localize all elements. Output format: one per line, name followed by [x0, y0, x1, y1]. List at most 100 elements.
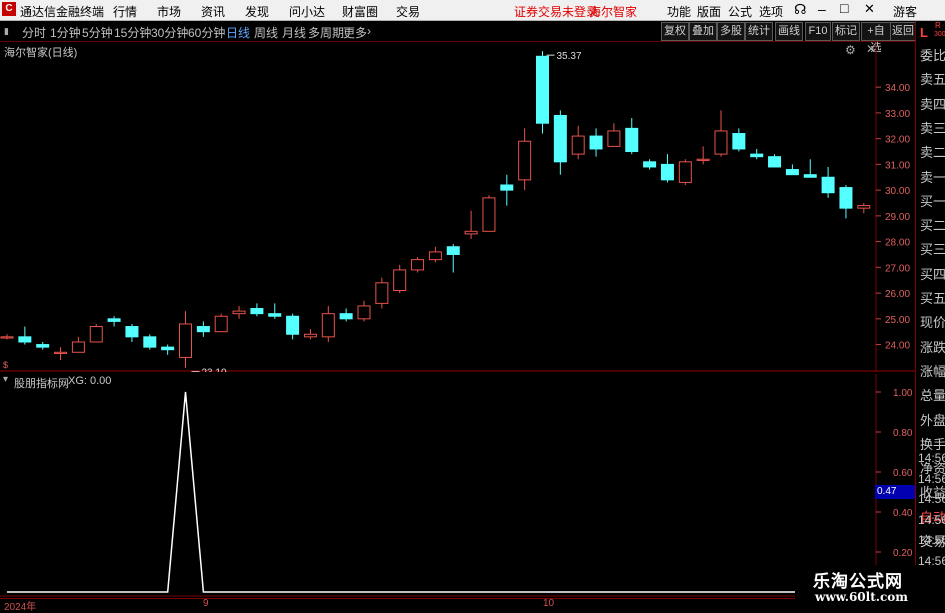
candle	[89, 323, 103, 343]
min-arrow: ←	[190, 367, 199, 372]
menu-item-faxian[interactable]: 发现	[245, 3, 269, 20]
candle	[696, 146, 710, 165]
candle-body	[250, 308, 264, 315]
candle	[821, 166, 835, 198]
multi-stock-button[interactable]: 多股	[717, 22, 745, 41]
menu-item-caifuquan[interactable]: 财富圈	[342, 3, 378, 20]
candle	[179, 311, 192, 368]
panel-field-label: 现价	[920, 315, 945, 331]
candle-body	[268, 313, 282, 317]
period-tab-30min[interactable]: 30分钟	[151, 24, 188, 41]
candle-body	[303, 333, 317, 338]
headset-icon[interactable]: ☊	[794, 1, 806, 18]
candle	[357, 300, 371, 322]
period-tab-15min[interactable]: 15分钟	[114, 24, 151, 41]
y-tick-label: 25.00	[885, 315, 910, 326]
candle	[54, 347, 68, 360]
close-icon[interactable]: ✕	[864, 1, 875, 17]
candle-body	[393, 269, 407, 292]
user-label[interactable]: 游客	[893, 3, 917, 20]
candle	[143, 334, 157, 350]
candle	[71, 336, 85, 353]
period-tab-60min[interactable]: 60分钟	[188, 24, 225, 41]
chevron-right-icon[interactable]: ›	[367, 24, 371, 38]
panel-r-label: R	[935, 21, 941, 30]
menu-item-jiaoyi[interactable]: 交易	[396, 3, 420, 20]
period-tab-1min[interactable]: 1分钟	[50, 24, 81, 41]
candle-body	[357, 305, 371, 320]
ind-tick-label: 0.60	[893, 468, 913, 479]
quote-side-panel: L R 300 委比 卖五 卖四 卖三 卖二 卖一 买一 买二 买三 买四 买五 现价 涨跌 涨幅 总量 外盘…	[915, 21, 945, 609]
period-tab-fenshi[interactable]: 分时	[22, 24, 46, 41]
period-tab-daily[interactable]: 日线	[226, 24, 250, 41]
xg-series-line	[7, 391, 864, 593]
y-tick-label: 31.00	[885, 160, 910, 171]
maximize-icon[interactable]: □	[840, 0, 848, 16]
stats-button[interactable]: 统计	[745, 22, 773, 41]
tick-time-label: 14:56	[918, 471, 945, 486]
panel-field-label: 卖三	[920, 120, 945, 136]
candle	[393, 264, 407, 294]
candle-body	[107, 318, 121, 322]
menu-item-hangqing[interactable]: 行情	[113, 3, 137, 20]
layout-toggle-icon[interactable]: ▮	[4, 26, 9, 37]
max-price-label: 35.37	[557, 51, 582, 62]
candle	[571, 125, 585, 160]
minimize-icon[interactable]: –	[818, 1, 826, 17]
panel-field-label: 换手	[920, 436, 945, 452]
panel-field-label: 总量	[920, 388, 945, 404]
candle	[625, 118, 639, 155]
menu-item-shichang[interactable]: 市场	[157, 3, 181, 20]
back-button[interactable]: 返回	[890, 22, 916, 41]
candle-body	[36, 344, 50, 348]
candle-body	[214, 315, 228, 333]
candle	[482, 195, 496, 232]
overlay-button[interactable]: 叠加	[689, 22, 717, 41]
mark-button[interactable]: 标记	[832, 22, 860, 41]
candle	[660, 154, 674, 183]
app-title: 通达信金融终端	[20, 5, 105, 19]
candle-body	[625, 127, 639, 153]
candle	[36, 341, 50, 350]
panel-field-label: 买二	[920, 218, 945, 234]
candle-body	[607, 130, 621, 147]
candlestick-chart[interactable]: 34.00 33.00 32.00 31.00 30.00 29.00 28.00 27.00…	[0, 42, 915, 372]
x-axis-line	[0, 598, 915, 599]
x-label-sep: 9	[203, 598, 209, 609]
menu-item-gongneng[interactable]: 功能	[667, 3, 691, 20]
candle-body	[500, 184, 514, 191]
period-tab-monthly[interactable]: 月线	[282, 24, 306, 41]
draw-line-button[interactable]: 画线	[775, 22, 803, 41]
y-tick-label: 34.00	[885, 83, 910, 94]
panel-field-label: 外盘	[920, 412, 945, 428]
candle	[214, 313, 228, 333]
menu-item-banmian[interactable]: 版面	[697, 3, 721, 20]
panel-field-label: 委比	[920, 48, 945, 63]
y-tick-label: 30.00	[885, 186, 910, 197]
candle	[500, 174, 514, 206]
indicator-chart[interactable]: 1.00 0.80 0.60 0.40 0.20	[0, 374, 915, 599]
candle	[750, 148, 764, 160]
candle-body	[821, 176, 835, 194]
candle	[714, 110, 728, 157]
menu-item-gongshi[interactable]: 公式	[728, 3, 752, 20]
menu-item-wenxiaoda[interactable]: 问小达	[289, 3, 325, 20]
fuquan-button[interactable]: 复权	[661, 22, 689, 41]
period-tab-weekly[interactable]: 周线	[254, 24, 278, 41]
candle-body	[643, 161, 657, 168]
trade-login-warning[interactable]: 证券交易未登录	[514, 3, 598, 20]
period-tab-multi[interactable]: 多周期	[308, 24, 344, 41]
period-tab-more[interactable]: 更多	[343, 24, 367, 41]
ind-tick-label: 1.00	[893, 388, 913, 399]
y-tick-label: 27.00	[885, 263, 910, 274]
add-watchlist-button[interactable]: +自选	[861, 22, 891, 54]
y-tick-label: 24.00	[885, 341, 910, 352]
candle-body	[553, 114, 567, 163]
menu-item-zixun[interactable]: 资讯	[201, 3, 225, 20]
f10-button[interactable]: F10	[805, 22, 831, 41]
period-tab-5min[interactable]: 5分钟	[82, 24, 113, 41]
menu-item-xuanxiang[interactable]: 选项	[759, 3, 783, 20]
candle	[839, 184, 853, 219]
candle	[732, 128, 746, 152]
candle	[428, 246, 442, 263]
